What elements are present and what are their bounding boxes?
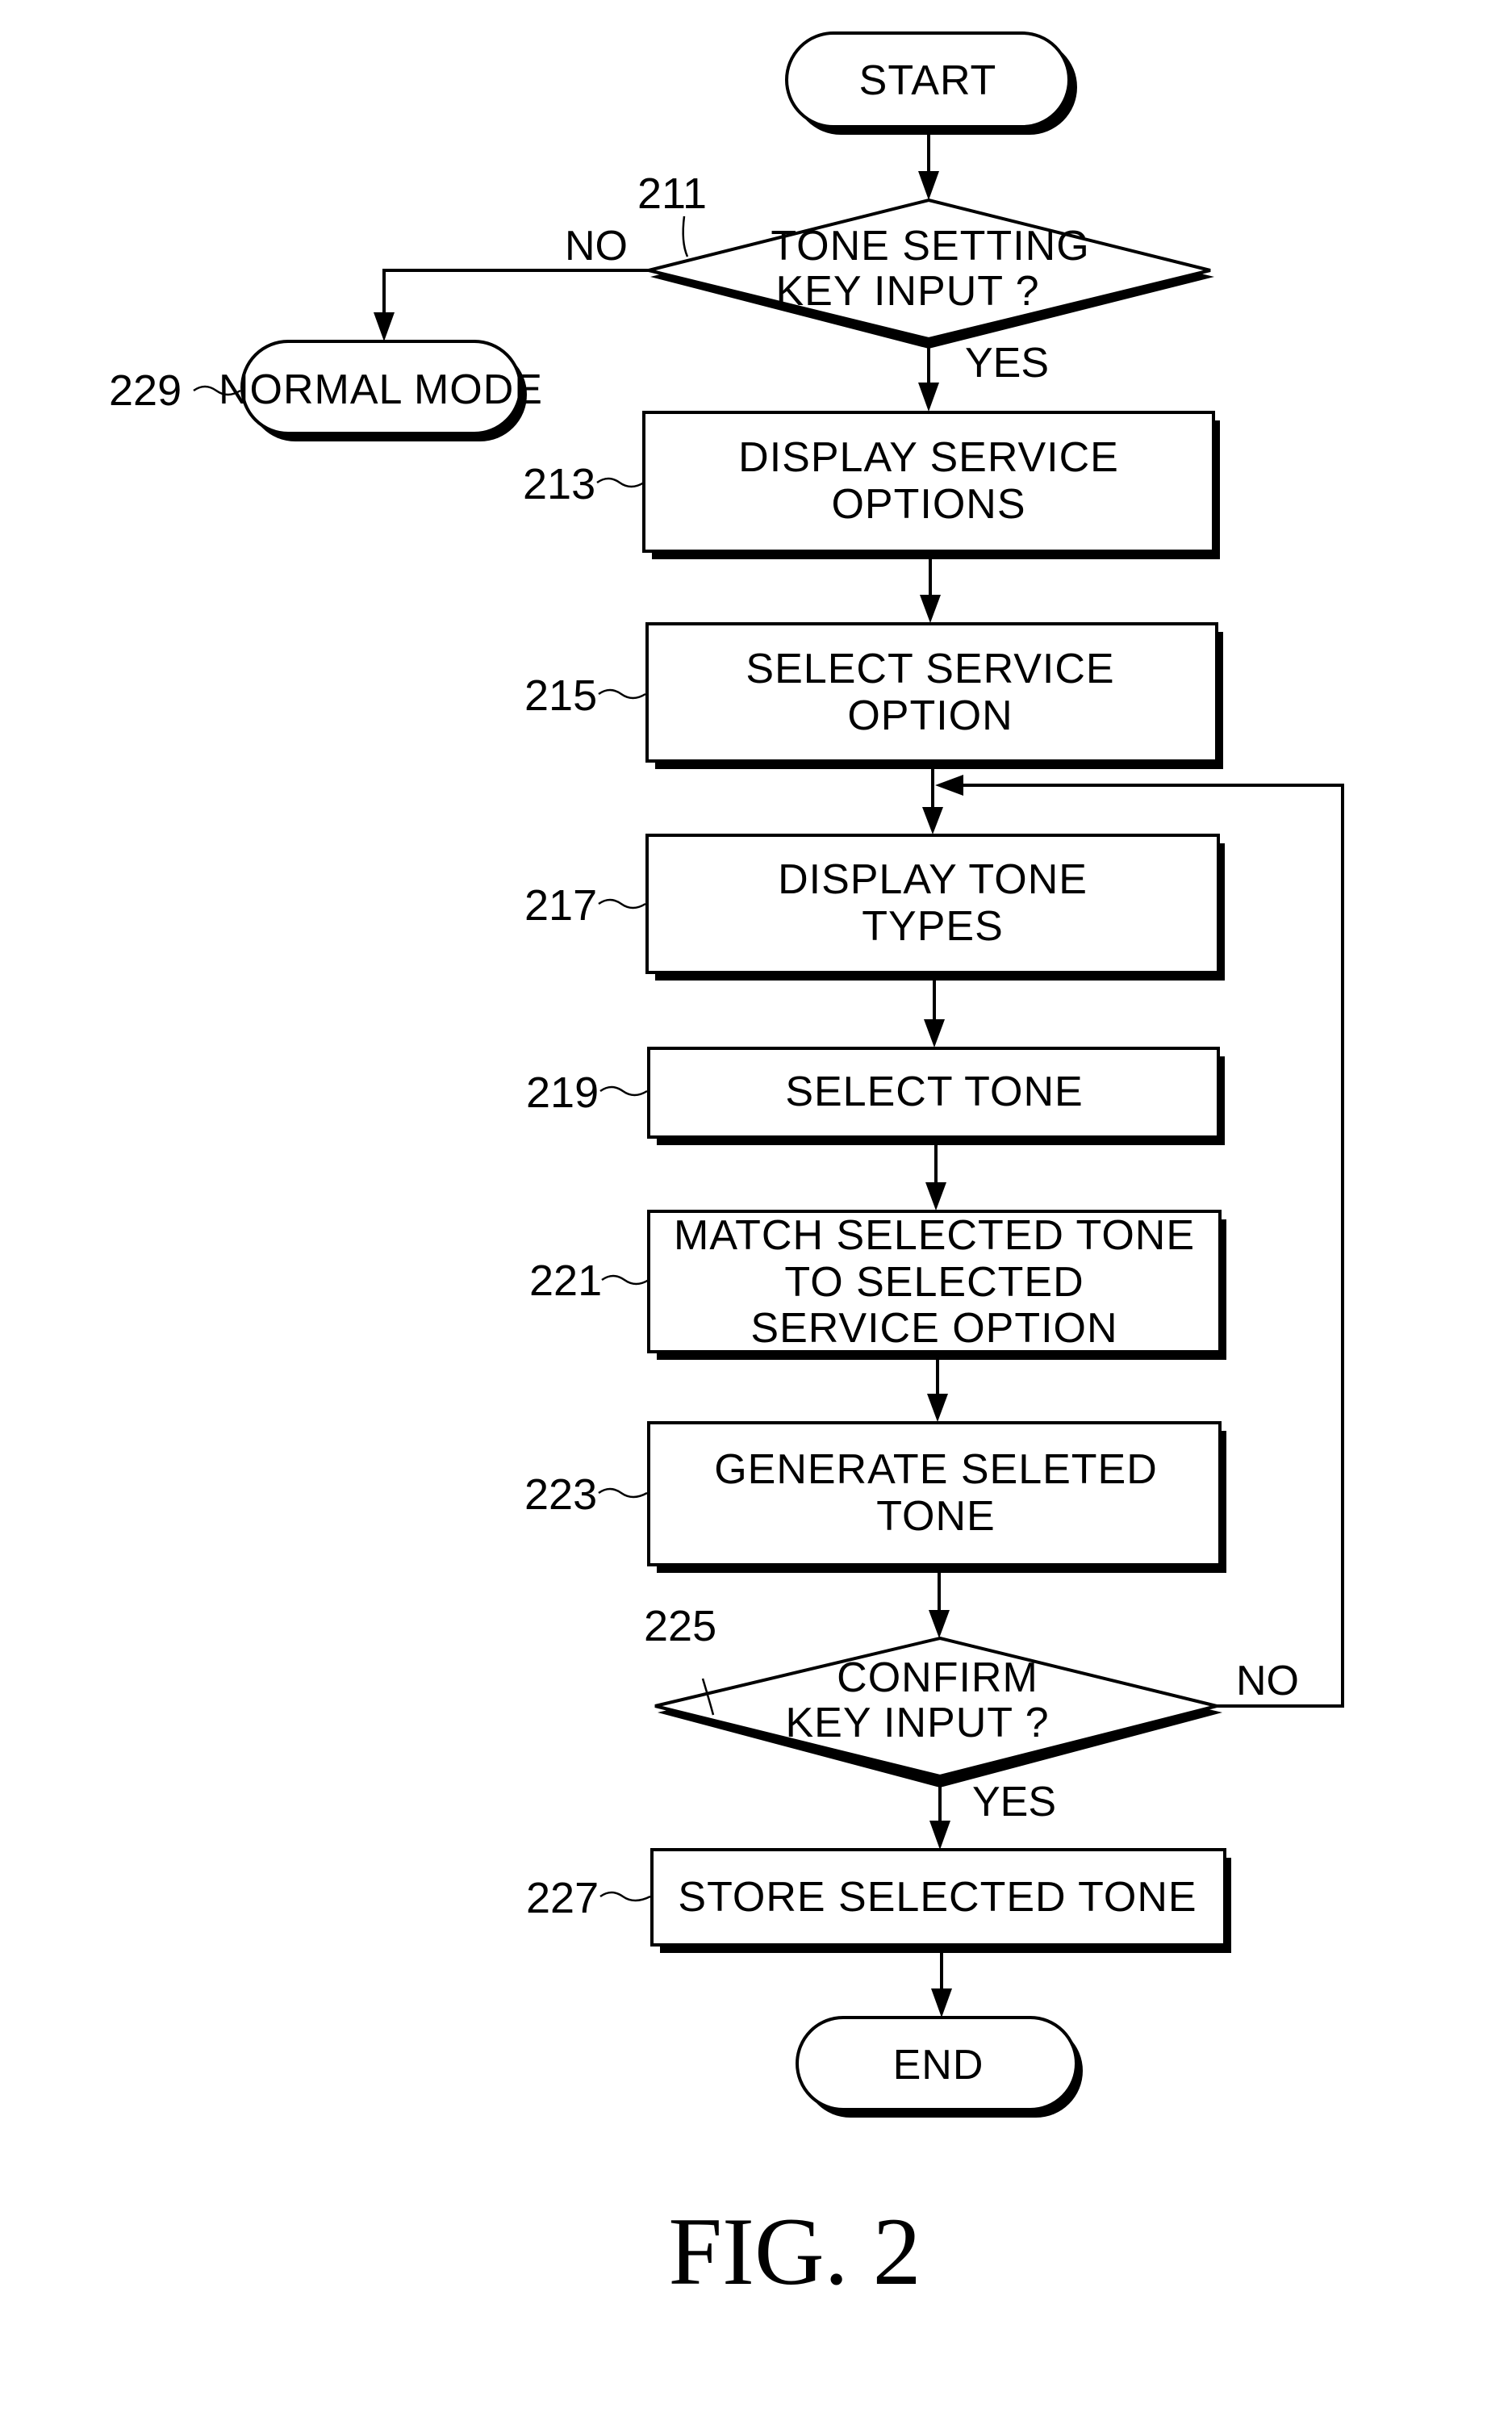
process-221-line3: SERVICE OPTION	[750, 1305, 1117, 1352]
decision-225-line1: CONFIRM	[837, 1654, 1038, 1701]
process-223-line1: GENERATE SELETED	[714, 1446, 1158, 1493]
decision-225: CONFIRM KEY INPUT ? 225	[644, 1602, 1222, 1788]
start-label: START	[859, 57, 997, 104]
process-213-line1: DISPLAY SERVICE	[738, 434, 1119, 481]
arrowhead-icon	[920, 595, 941, 623]
edge-217-219	[924, 981, 945, 1048]
edge-start-211	[918, 130, 939, 200]
ref-211-leader	[682, 215, 689, 257]
process-217-line2: TYPES	[862, 903, 1004, 950]
process-219-line1: SELECT TONE	[785, 1068, 1083, 1115]
edge-225-227-yes: YES	[929, 1779, 1056, 1850]
edge-213-215	[920, 559, 941, 623]
process-215-line1: SELECT SERVICE	[746, 646, 1114, 692]
flowchart: START TONE SETTING KEY INPUT ? 211 NO NO…	[109, 31, 1344, 2305]
ref-227: 227	[526, 1874, 599, 1922]
process-227-line1: STORE SELECTED TONE	[678, 1874, 1197, 1921]
decision-211: TONE SETTING KEY INPUT ? 211	[637, 169, 1214, 349]
yes-label-225: YES	[972, 1779, 1056, 1825]
arrowhead-icon	[931, 1988, 952, 2018]
ref-229: 229	[109, 366, 182, 415]
edge-215-217	[922, 769, 943, 834]
end-label: END	[893, 2042, 984, 2089]
ref-211: 211	[637, 169, 707, 218]
ref-221-leader	[601, 1274, 649, 1286]
process-221-line2: TO SELECTED	[784, 1259, 1084, 1306]
process-221-line1: MATCH SELECTED TONE	[674, 1212, 1195, 1259]
ref-215-leader	[598, 688, 646, 700]
end-terminal: END	[796, 2016, 1083, 2118]
edge-211-213-yes: YES	[918, 339, 1049, 412]
arrowhead-icon	[918, 171, 939, 200]
decision-225-line2: KEY INPUT ?	[786, 1700, 1050, 1746]
start-terminal: START	[785, 31, 1077, 135]
edge-219-221	[925, 1145, 946, 1211]
ref-227-leader	[599, 1891, 651, 1902]
arrowhead-icon	[925, 1182, 946, 1211]
ref-213: 213	[523, 460, 595, 508]
process-223-line2: TONE	[876, 1493, 996, 1540]
figure-caption: FIG. 2	[668, 2197, 921, 2305]
ref-221: 221	[529, 1257, 602, 1305]
arrowhead-icon	[929, 1610, 950, 1638]
decision-211-line1: TONE SETTING	[771, 223, 1089, 270]
arrowhead-icon	[929, 1821, 950, 1850]
edge-227-end	[931, 1953, 952, 2018]
ref-213-leader	[596, 477, 645, 488]
process-215: SELECT SERVICE OPTION 215	[524, 622, 1223, 769]
ref-219: 219	[526, 1068, 599, 1117]
arrowhead-icon	[922, 807, 943, 834]
no-label-225: NO	[1236, 1658, 1299, 1704]
ref-219-leader	[599, 1085, 648, 1097]
yes-label-211: YES	[965, 340, 1049, 387]
process-215-line2: OPTION	[847, 692, 1013, 739]
process-223: GENERATE SELETED TONE 223	[524, 1421, 1226, 1573]
normal-mode-terminal: NORMAL MODE 229	[109, 340, 543, 441]
process-213: DISPLAY SERVICE OPTIONS 213	[523, 411, 1220, 559]
ref-217: 217	[524, 881, 597, 930]
process-217: DISPLAY TONE TYPES 217	[524, 834, 1225, 981]
edge-221-223	[927, 1360, 948, 1422]
ref-217-leader	[598, 898, 646, 910]
process-221: MATCH SELECTED TONE TO SELECTED SERVICE …	[529, 1210, 1226, 1360]
process-219: SELECT TONE 219	[526, 1047, 1225, 1145]
arrowhead-icon	[374, 312, 395, 341]
ref-215: 215	[524, 671, 597, 720]
normal-mode-label: NORMAL MODE	[219, 366, 543, 413]
process-227: STORE SELECTED TONE 227	[526, 1848, 1231, 1953]
arrowhead-icon	[935, 775, 963, 796]
no-label-211: NO	[565, 223, 628, 270]
process-217-line1: DISPLAY TONE	[778, 856, 1088, 903]
process-213-line2: OPTIONS	[831, 481, 1025, 528]
ref-225: 225	[644, 1602, 716, 1650]
ref-223-leader	[598, 1487, 648, 1499]
arrowhead-icon	[924, 1019, 945, 1048]
arrowhead-icon	[927, 1394, 948, 1422]
edge-211-229-no: NO	[374, 223, 649, 341]
edge-223-225	[929, 1573, 950, 1638]
ref-223: 223	[524, 1470, 597, 1519]
decision-211-line2: KEY INPUT ?	[776, 268, 1040, 315]
arrowhead-icon	[918, 383, 939, 412]
